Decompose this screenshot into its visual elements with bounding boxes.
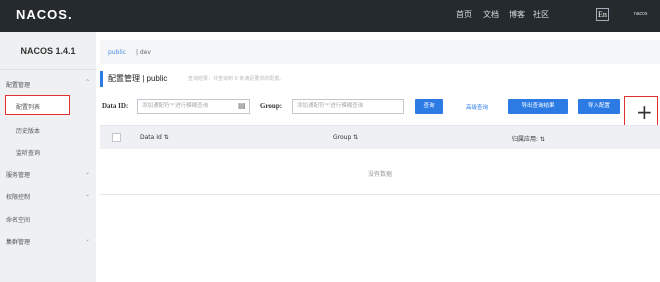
column-header-app[interactable]: 归属应用: ⇅ [512,134,545,143]
chevron-down-icon[interactable]: ⌄ [85,191,90,198]
namespace-dev[interactable]: | dev [136,49,151,56]
select-all-checkbox[interactable] [112,133,121,142]
user-name[interactable]: nacos [634,11,647,17]
page-title: 配置管理 | public [108,74,168,83]
chevron-down-icon[interactable]: ⌄ [85,169,90,176]
sidebar-item-config-management[interactable]: 配置管理 [6,80,30,89]
sidebar: NACOS 1.4.1 配置管理 ^ 配置列表 历史版本 监听查询 服务管理 ⌄… [0,32,96,282]
export-button[interactable]: 导出查询结果 [508,99,568,114]
breadcrumb: public | dev [100,40,660,64]
nav-blog[interactable]: 博客 [509,9,525,20]
nav-home[interactable]: 首页 [456,9,472,20]
sidebar-item-namespace[interactable]: 命名空间 [6,215,30,224]
table-body: 没有数据 [100,149,660,195]
sidebar-item-cluster[interactable]: 集群管理 [6,237,30,246]
search-button[interactable]: 查询 [415,99,443,114]
advanced-query-link[interactable]: 高级查询 [466,103,488,111]
group-input[interactable]: 添加通配符'*'进行模糊查询 [292,99,404,114]
sidebar-item-config-list[interactable]: 配置列表 [16,102,40,111]
title-accent-bar [100,71,103,87]
import-button[interactable]: 导入配置 [578,99,620,114]
chevron-down-icon[interactable]: ⌄ [85,236,90,243]
sidebar-item-service-management[interactable]: 服务管理 [6,170,30,179]
top-navbar: NACOS. 首页 文档 博客 社区 En nacos [0,0,660,32]
language-switch[interactable]: En [596,8,609,21]
sidebar-title: NACOS 1.4.1 [0,32,96,70]
nav-community[interactable]: 社区 [533,9,549,20]
namespace-link[interactable]: public [108,49,126,56]
empty-message: 没有数据 [367,171,392,178]
table-header: Data Id ⇅ Group ⇅ 归属应用: ⇅ [100,125,660,149]
chevron-up-icon[interactable]: ^ [85,79,90,86]
dataid-label: Data ID: [102,102,129,110]
sidebar-item-auth[interactable]: 权限控制 [6,192,30,201]
sidebar-item-listener-query[interactable]: 监听查询 [16,148,40,157]
group-label: Group: [260,102,283,110]
dataid-input[interactable]: 添加通配符'*'进行模糊查询 [137,99,250,114]
column-header-dataid[interactable]: Data Id ⇅ [140,134,169,141]
column-header-group[interactable]: Group ⇅ [333,134,358,141]
add-config-button[interactable]: + [636,98,653,126]
calendar-icon[interactable]: ▤ [238,101,246,110]
query-result-hint: 查询结果：共查询到 0 条满足要求的配置。 [188,76,285,82]
sidebar-item-history[interactable]: 历史版本 [16,126,40,135]
nav-docs[interactable]: 文档 [483,9,499,20]
nacos-logo[interactable]: NACOS. [16,7,73,22]
